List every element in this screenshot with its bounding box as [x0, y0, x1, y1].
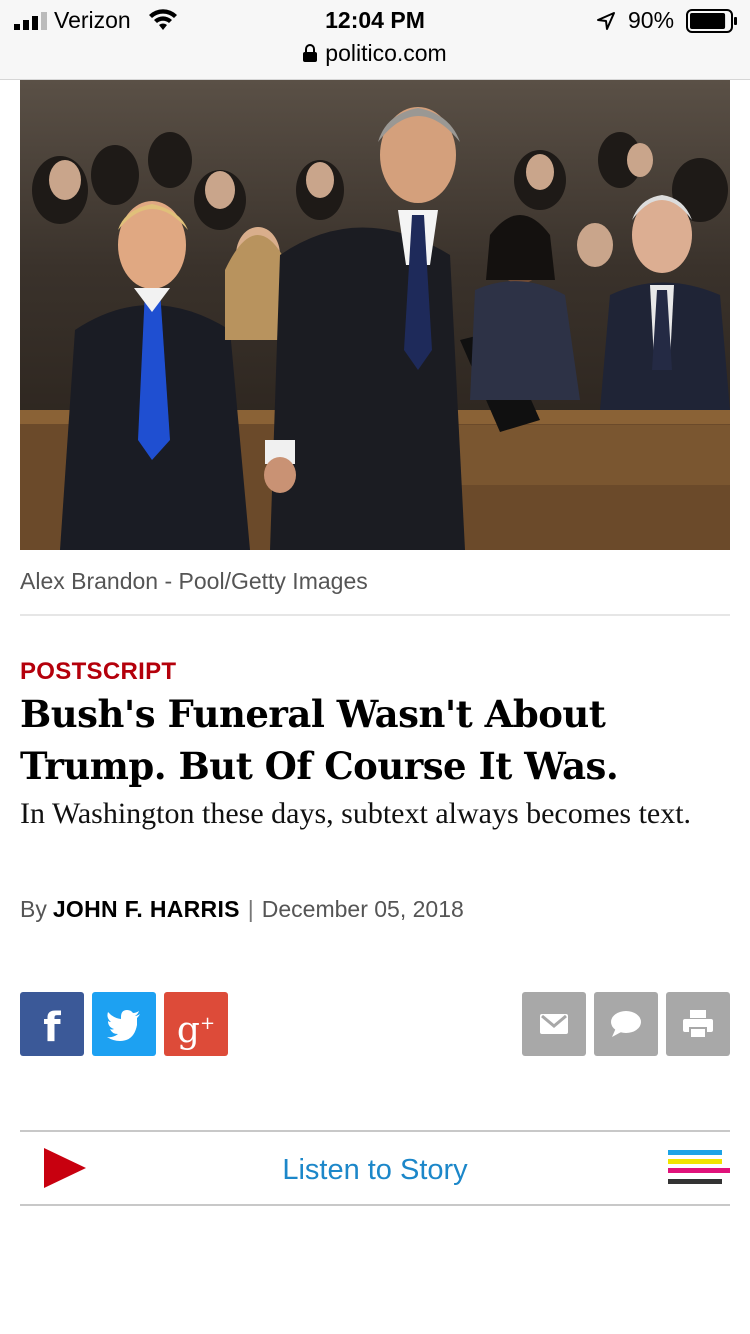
- lead-photo[interactable]: [20, 80, 730, 550]
- url-domain: politico.com: [325, 40, 447, 66]
- divider: [20, 614, 730, 616]
- article-dek: In Washington these days, subtext always…: [20, 797, 692, 830]
- listen-to-story-bar[interactable]: Listen to Story: [20, 1130, 730, 1206]
- listen-to-story-label[interactable]: Listen to Story: [20, 1154, 730, 1187]
- address-bar[interactable]: politico.com: [0, 40, 750, 74]
- photo-credit: Alex Brandon - Pool/Getty Images: [20, 568, 368, 594]
- battery-percent: 90%: [628, 7, 675, 33]
- facebook-share-button[interactable]: f: [20, 992, 84, 1056]
- comments-button[interactable]: [594, 992, 658, 1056]
- lock-icon: [303, 44, 318, 62]
- publish-date: December 05, 2018: [261, 896, 464, 922]
- article-headline: Bush's Funeral Wasn't About Trump. But O…: [20, 692, 619, 788]
- comment-icon: [611, 1011, 641, 1037]
- print-button[interactable]: [666, 992, 730, 1056]
- facebook-icon: f: [43, 1005, 61, 1051]
- location-arrow-icon: [597, 12, 615, 30]
- byline-separator: |: [247, 896, 254, 922]
- email-share-button[interactable]: [522, 992, 586, 1056]
- twitter-icon: [107, 1010, 140, 1041]
- audio-menu-icon[interactable]: [668, 1150, 730, 1188]
- battery-icon: [686, 9, 737, 33]
- byline: By JOHN F. HARRIS | December 05, 2018: [20, 896, 464, 923]
- browser-top-bar: Verizon 12:04 PM 90% politico.com: [0, 0, 750, 80]
- email-icon: [540, 1014, 568, 1034]
- photo-image: [20, 80, 730, 550]
- byline-prefix: By: [20, 896, 47, 922]
- author-link[interactable]: JOHN F. HARRIS: [53, 896, 240, 922]
- twitter-share-button[interactable]: [92, 992, 156, 1056]
- google-plus-icon: g+: [176, 1010, 216, 1051]
- print-icon: [683, 1010, 713, 1039]
- status-bar: Verizon 12:04 PM 90%: [0, 0, 750, 40]
- article-kicker[interactable]: POSTSCRIPT: [20, 658, 176, 686]
- google-plus-share-button[interactable]: g+: [164, 992, 228, 1056]
